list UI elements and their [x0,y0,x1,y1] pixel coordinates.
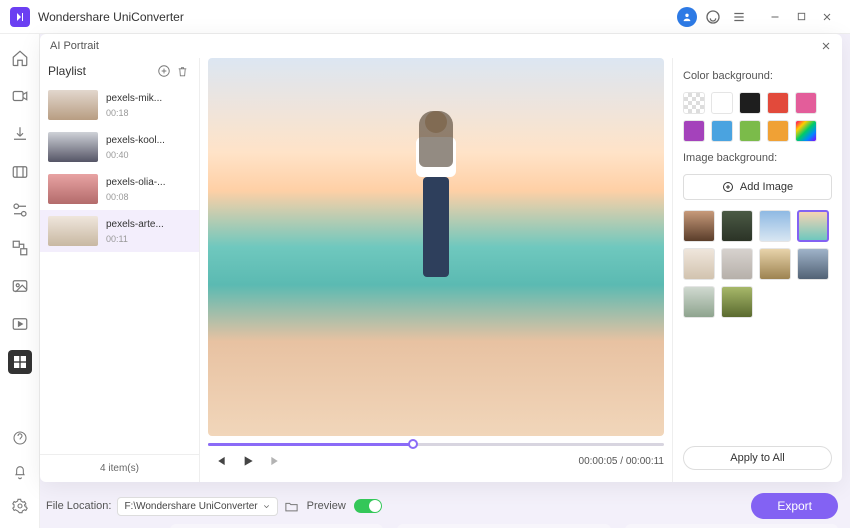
settings-panel: Color background: Image background: Add … [672,58,842,482]
next-button[interactable] [268,453,284,469]
playlist-panel: Playlist pexels-mik... 00:18 pexels-kool… [40,58,200,482]
export-button[interactable]: Export [751,493,838,519]
playlist-item[interactable]: pexels-olia-... 00:08 [40,168,199,210]
download-icon[interactable] [8,122,32,146]
app-logo [10,7,30,27]
ai-portrait-modal: AI Portrait Playlist pexels-mik... 00:18… [40,34,842,482]
left-sidebar [0,34,40,528]
preview-panel: 00:00:05 / 00:00:11 [200,58,672,482]
color-bg-label: Color background: [683,70,832,82]
minimize-button[interactable] [762,4,788,30]
playlist-thumb [48,90,98,120]
playlist-item-name: pexels-arte... [106,219,164,230]
bg-image-option[interactable] [797,210,829,242]
color-swatch[interactable] [739,92,761,114]
bg-card: Auto-trend edit metadata of media files. [625,524,838,528]
seek-slider[interactable] [208,443,664,446]
playlist-count: 4 item(s) [40,454,199,482]
notifications-icon[interactable] [8,460,32,484]
help-icon[interactable] [8,426,32,450]
playlist-thumb [48,132,98,162]
bg-image-option[interactable] [721,286,753,318]
playback-time: 00:00:05 / 00:00:11 [579,456,664,467]
compress-icon[interactable] [8,160,32,184]
image-bg-label: Image background: [683,152,832,164]
bg-image-option[interactable] [683,286,715,318]
playlist-item-name: pexels-olia-... [106,177,165,188]
close-button[interactable] [814,4,840,30]
file-location-label: File Location: [46,500,111,512]
apply-to-all-button[interactable]: Apply to All [683,446,832,470]
maximize-button[interactable] [788,4,814,30]
account-icon[interactable] [674,4,700,30]
delete-icon[interactable] [173,62,191,80]
support-icon[interactable] [700,4,726,30]
settings-icon[interactable] [8,494,32,518]
add-image-button[interactable]: Add Image [683,174,832,200]
player-icon[interactable] [8,312,32,336]
home-icon[interactable] [8,46,32,70]
playlist-item[interactable]: pexels-mik... 00:18 [40,84,199,126]
color-swatch[interactable] [683,120,705,142]
color-swatch[interactable] [683,92,705,114]
modal-close-button[interactable] [820,40,832,52]
preview-canvas[interactable] [208,58,664,436]
bg-image-option[interactable] [797,248,829,280]
edit-icon[interactable] [8,198,32,222]
preview-toggle[interactable] [354,499,382,513]
color-swatch[interactable] [795,120,817,142]
bg-card: make GIF from videos or pictures. [397,524,610,528]
bg-image-option[interactable] [721,210,753,242]
merge-icon[interactable] [8,236,32,260]
bg-image-option[interactable] [683,248,715,280]
app-title: Wondershare UniConverter [38,10,184,24]
modal-title: AI Portrait [50,40,99,52]
bg-card: convert images to other formats. [170,524,383,528]
prev-button[interactable] [212,453,228,469]
titlebar: Wondershare UniConverter [0,0,850,34]
footer-bar: File Location: F:\Wondershare UniConvert… [46,488,838,524]
color-swatch[interactable] [711,120,733,142]
color-swatch[interactable] [767,120,789,142]
image-icon[interactable] [8,274,32,298]
playlist-thumb [48,216,98,246]
playlist-item-duration: 00:11 [106,234,164,244]
playlist-item[interactable]: pexels-kool... 00:40 [40,126,199,168]
bg-image-option[interactable] [759,248,791,280]
playlist-item-duration: 00:18 [106,108,162,118]
file-location-dropdown[interactable]: F:\Wondershare UniConverter [117,497,277,516]
color-swatch[interactable] [711,92,733,114]
color-swatch[interactable] [767,92,789,114]
workspace: AI Portrait Playlist pexels-mik... 00:18… [40,34,850,528]
bg-image-option[interactable] [721,248,753,280]
bg-image-option[interactable] [683,210,715,242]
menu-icon[interactable] [726,4,752,30]
playlist-item-duration: 00:08 [106,192,165,202]
open-folder-icon[interactable] [284,499,299,514]
add-file-icon[interactable] [155,62,173,80]
play-button[interactable] [240,453,256,469]
playlist-label: Playlist [48,64,86,78]
color-swatch[interactable] [795,92,817,114]
toolbox-icon[interactable] [8,350,32,374]
bg-image-option[interactable] [759,210,791,242]
playlist-item[interactable]: pexels-arte... 00:11 [40,210,199,252]
playlist-item-name: pexels-mik... [106,93,162,104]
color-swatch[interactable] [739,120,761,142]
preview-label: Preview [307,500,346,512]
playlist-item-duration: 00:40 [106,150,165,160]
video-icon[interactable] [8,84,32,108]
playlist-item-name: pexels-kool... [106,135,165,146]
playlist-thumb [48,174,98,204]
